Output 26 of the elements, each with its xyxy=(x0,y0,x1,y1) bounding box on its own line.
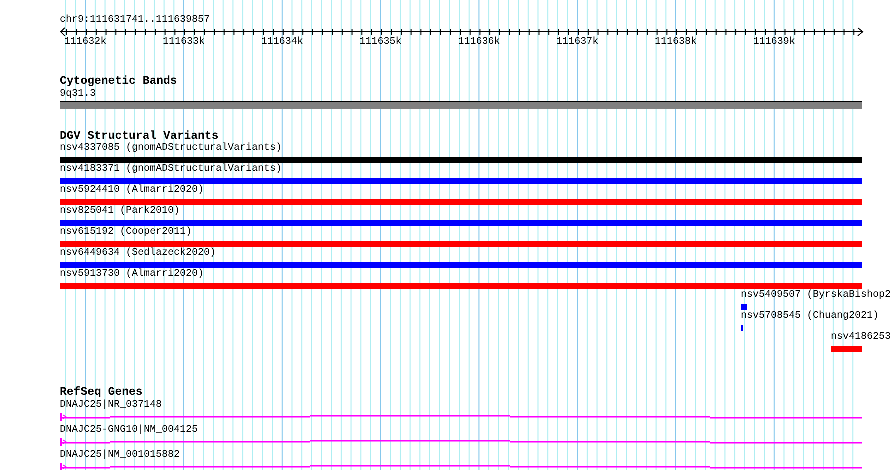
feature-label: nsv5708545 (Chuang2021) xyxy=(741,311,880,323)
feature-label: nsv4183371 (gnomADStructuralVariants) xyxy=(60,164,282,176)
feature-label: nsv5409507 (ByrskaBishop2 xyxy=(741,290,890,302)
feature-label: DNAJC25|NR_037148 xyxy=(60,400,162,412)
feature-label: nsv5913730 (Almarri2020) xyxy=(60,269,204,281)
tick-label: 111632k xyxy=(64,37,107,49)
tick-label: 111637k xyxy=(556,37,599,49)
feature-label: 9q31.3 xyxy=(60,89,96,101)
tick-label: 111636k xyxy=(458,37,500,49)
location-label: chr9:111631741..111639857 xyxy=(60,15,210,27)
track-title: Cytogenetic Bands xyxy=(60,75,178,89)
feature-label: nsv825041 (Park2010) xyxy=(60,206,180,218)
tick-label: 111633k xyxy=(163,37,206,49)
feature-label: nsv615192 (Cooper2011) xyxy=(60,227,192,239)
tick-label: 111639k xyxy=(753,37,796,49)
feature-label: DNAJC25|NM_001015882 xyxy=(60,450,180,462)
feature-label: nsv6449634 (Sedlazeck2020) xyxy=(60,248,216,260)
feature-label: DNAJC25-GNG10|NM_004125 xyxy=(60,425,198,437)
track-title: RefSeq Genes xyxy=(60,386,143,400)
feature-label: nsv4186253 xyxy=(831,332,890,344)
tick-label: 111638k xyxy=(655,37,698,49)
feature-label: nsv5924410 (Almarri2020) xyxy=(60,185,204,197)
tick-label: 111635k xyxy=(360,37,402,49)
tick-label: 111634k xyxy=(261,37,304,49)
track-title: DGV Structural Variants xyxy=(60,130,219,143)
feature-label: nsv4337085 (gnomADStructuralVariants) xyxy=(60,143,282,155)
